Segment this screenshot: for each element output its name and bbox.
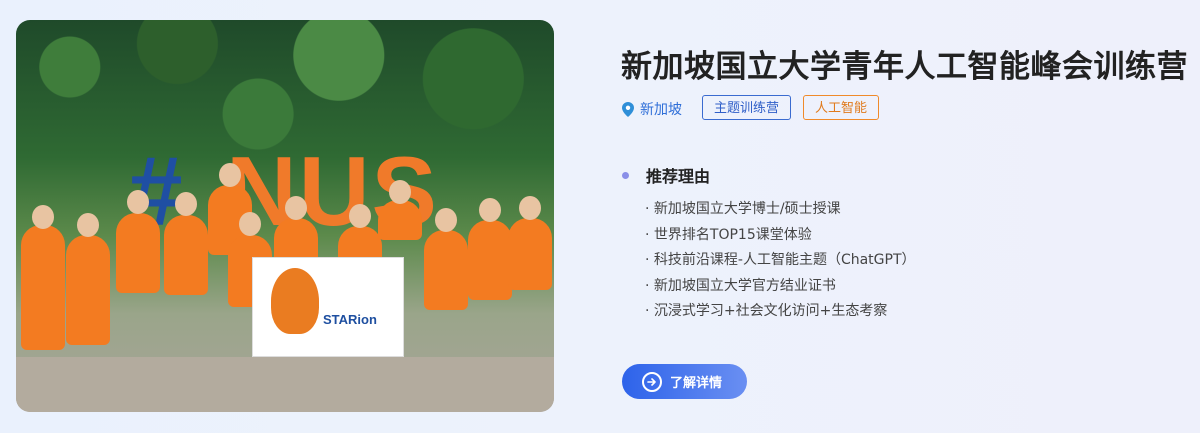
student-head (175, 192, 197, 216)
student-figure (164, 215, 208, 295)
arrow-right-circle-icon (642, 371, 662, 392)
location: 新加坡 (622, 99, 682, 119)
program-photo[interactable]: # NUS STARion (16, 20, 554, 412)
reason-item: · 新加坡国立大学官方结业证书 (645, 277, 836, 294)
program-title: 新加坡国立大学青年人工智能峰会训练营 (621, 49, 1188, 85)
banner-brand: STARion (323, 312, 377, 327)
student-head (479, 198, 501, 222)
reasons-list: · 新加坡国立大学博士/硕士授课 · 世界排名TOP15课堂体验 · 科技前沿课… (645, 201, 916, 329)
reasons-header: 推荐理由 (622, 163, 710, 187)
student-head (32, 205, 54, 229)
dot-icon (622, 171, 629, 179)
student-head (77, 213, 99, 237)
student-figure (21, 225, 65, 350)
tag-ai[interactable]: 人工智能 (803, 95, 880, 120)
starion-banner: STARion (252, 257, 404, 357)
reasons-title: 推荐理由 (646, 167, 711, 186)
student-head (435, 208, 457, 232)
student-head (127, 190, 149, 214)
reason-item: · 科技前沿课程-人工智能主题（ChatGPT） (645, 252, 916, 269)
student-head (519, 196, 541, 220)
student-head (285, 196, 307, 220)
student-head (389, 180, 411, 204)
student-figure (424, 230, 468, 310)
student-figure (66, 235, 110, 345)
student-head (219, 163, 241, 187)
tag-theme-camp[interactable]: 主题训练营 (702, 95, 792, 120)
reason-item: · 世界排名TOP15课堂体验 (645, 226, 812, 243)
student-figure (116, 213, 160, 293)
location-pin-icon (622, 101, 634, 117)
program-card: # NUS STARion 新加坡国立大学青年人工智能峰会训练营 新加坡 主题训… (0, 0, 1200, 433)
location-label: 新加坡 (640, 102, 682, 118)
student-figure (508, 218, 552, 290)
student-head (349, 204, 371, 228)
student-figure (468, 220, 512, 300)
learn-more-button[interactable]: 了解详情 (622, 364, 747, 399)
student-head (239, 212, 261, 236)
reason-item: · 沉浸式学习+社会文化访问+生态考察 (645, 303, 888, 320)
student-figure (378, 200, 422, 240)
photo-ground (16, 357, 554, 412)
learn-more-label: 了解详情 (670, 376, 723, 391)
reason-item: · 新加坡国立大学博士/硕士授课 (645, 201, 841, 217)
lion-logo-icon (271, 268, 319, 334)
